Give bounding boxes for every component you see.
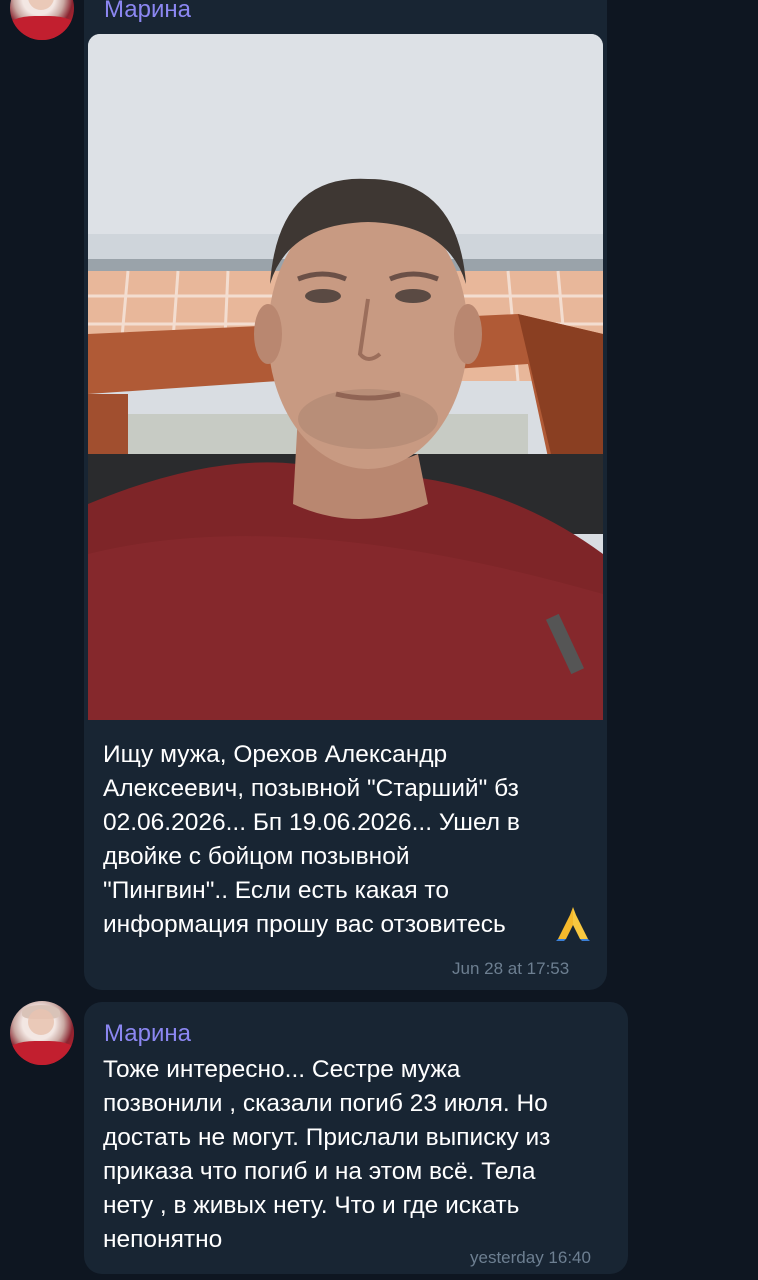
- chat-history: Марина Ищу мужа, Орехов Александр Алексе…: [0, 0, 758, 1280]
- message-timestamp: yesterday 16:40: [470, 1248, 591, 1267]
- sender-name[interactable]: Марина: [104, 0, 191, 24]
- message-timestamp: Jun 28 at 17:53: [452, 959, 570, 978]
- folded-hands-emoji-icon: [556, 905, 590, 941]
- sender-avatar[interactable]: [10, 1001, 74, 1065]
- message-text: Тоже интересно... Сестре мужа позвонили …: [103, 1056, 551, 1253]
- sender-name[interactable]: Марина: [104, 1020, 191, 1048]
- sender-avatar[interactable]: [10, 0, 74, 40]
- message-photo[interactable]: [88, 34, 603, 720]
- message-text: Ищу мужа, Орехов Александр Алексеевич, п…: [103, 741, 520, 938]
